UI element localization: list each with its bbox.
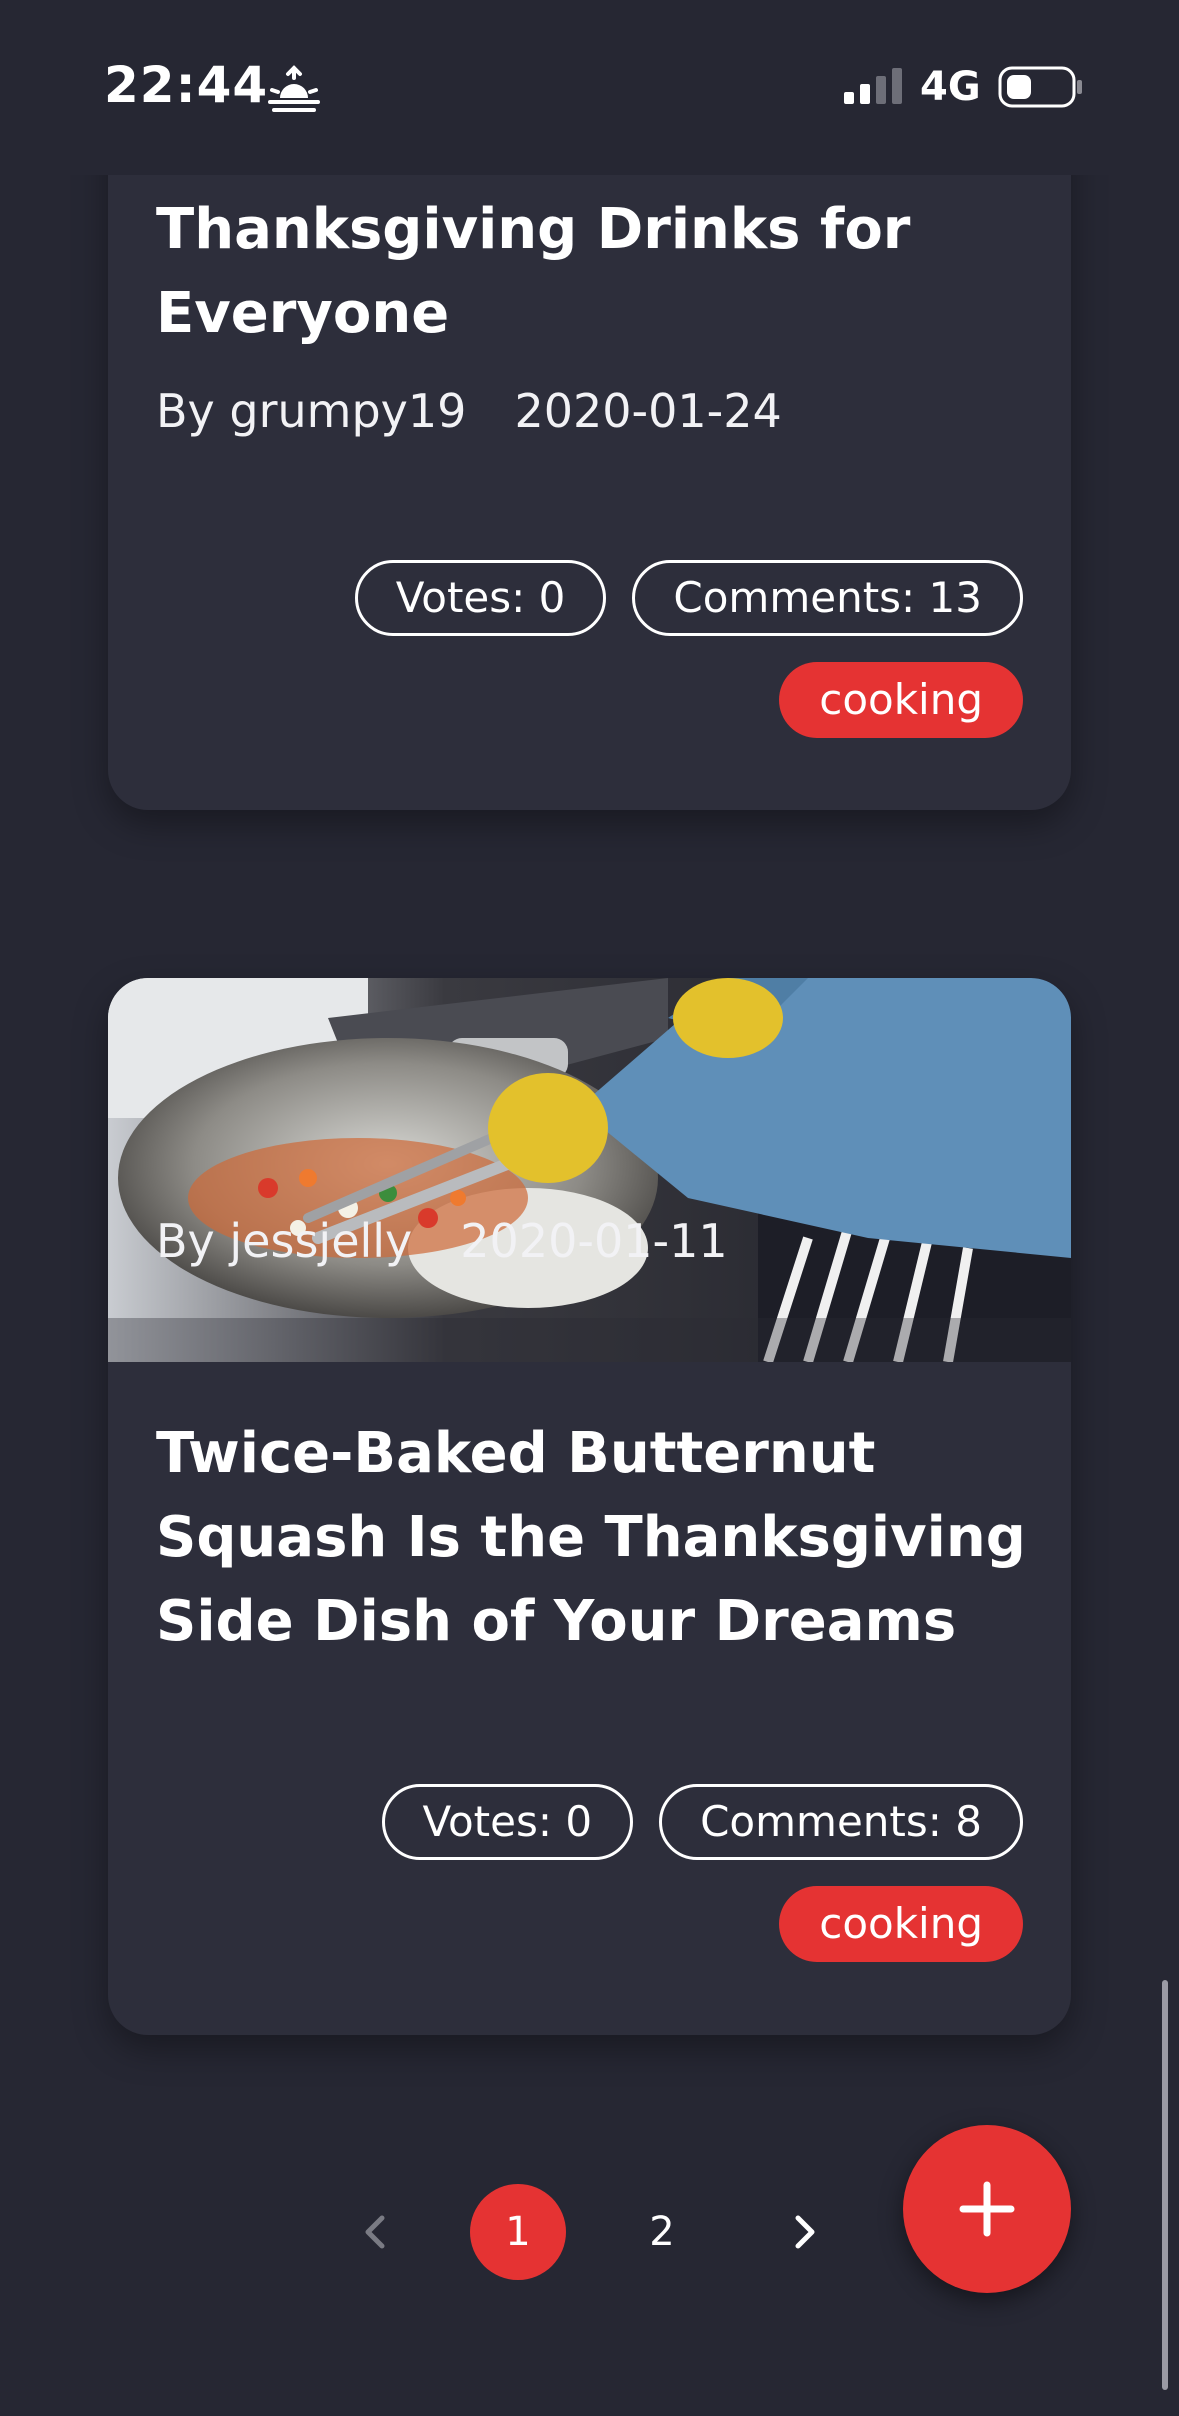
post-card[interactable]: Twice-Baked Butternut Squash Is the Than… (108, 978, 1071, 2035)
comments-chip[interactable]: Comments: 13 (632, 560, 1023, 636)
chevron-right-icon[interactable] (770, 2184, 840, 2280)
page-button-2[interactable]: 2 (614, 2184, 710, 2280)
battery-icon (998, 66, 1082, 108)
post-author: By jessjelly (156, 1214, 413, 1268)
topic-tag[interactable]: cooking (779, 1886, 1023, 1962)
post-meta: By grumpy19 2020-01-24 (156, 384, 782, 438)
votes-chip[interactable]: Votes: 0 (381, 1784, 634, 1860)
chevron-left-icon[interactable] (340, 2184, 410, 2280)
post-title[interactable]: Twice-Baked Butternut Squash Is the Than… (156, 1412, 1036, 1664)
status-time: 22:44 (104, 56, 269, 114)
topic-tag[interactable]: cooking (779, 662, 1023, 738)
scrollbar[interactable] (1162, 1980, 1168, 2390)
post-date: 2020-01-24 (514, 384, 782, 438)
signal-icon (844, 68, 902, 104)
sunrise-icon (268, 65, 320, 112)
post-author: By grumpy19 (156, 384, 467, 438)
post-stats: Votes: 0 Comments: 8 (381, 1784, 1023, 1860)
network-label: 4G (920, 64, 981, 110)
post-date: 2020-01-11 (460, 1214, 728, 1268)
page-button-1[interactable]: 1 (470, 2184, 566, 2280)
post-card[interactable]: Thanksgiving Drinks for Everyone By grum… (108, 100, 1071, 810)
post-meta: By jessjelly 2020-01-11 (156, 1214, 728, 1268)
post-title[interactable]: Thanksgiving Drinks for Everyone (156, 188, 1036, 356)
post-image[interactable] (108, 978, 1071, 1362)
votes-chip[interactable]: Votes: 0 (354, 560, 607, 636)
post-stats: Votes: 0 Comments: 13 (354, 560, 1023, 636)
plus-icon (959, 2181, 1015, 2237)
comments-chip[interactable]: Comments: 8 (659, 1784, 1023, 1860)
status-bar: 22:44 4G (0, 0, 1179, 175)
add-post-button[interactable] (903, 2125, 1071, 2293)
